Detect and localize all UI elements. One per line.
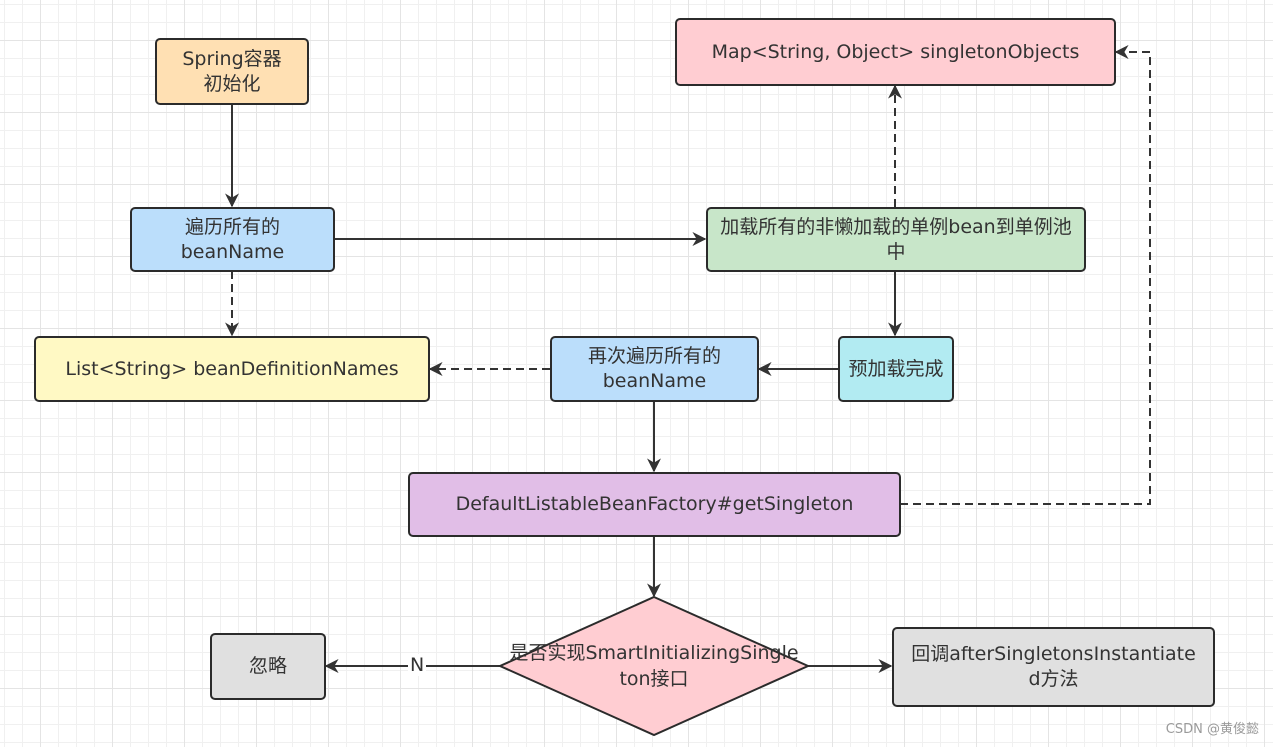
node-get-singleton: DefaultListableBeanFactory#getSingleton — [408, 472, 901, 537]
node-load-singletons: 加载所有的非懒加载的单例bean到单例池中 — [706, 207, 1086, 272]
node-traverse: 遍历所有的beanName — [130, 207, 335, 272]
edge-getsingleton-to-map — [900, 45, 1151, 505]
watermark: CSDN @黄俊懿 — [1165, 722, 1259, 737]
node-ignore: 忽略 — [210, 633, 326, 700]
node-singleton-objects: Map<String, Object> singletonObjects — [675, 18, 1116, 86]
node-retraverse: 再次遍历所有的beanName — [550, 336, 759, 402]
node-decision: 是否实现SmartInitializingSingleton接口 — [509, 642, 799, 690]
node-callback: 回调afterSingletonsInstantiated方法 — [892, 627, 1215, 707]
edge-label-no: N — [408, 654, 427, 676]
node-spring-init: Spring容器初始化 — [155, 38, 309, 105]
node-bean-definition-names: List<String> beanDefinitionNames — [34, 336, 430, 402]
node-preload-done: 预加载完成 — [838, 336, 954, 402]
